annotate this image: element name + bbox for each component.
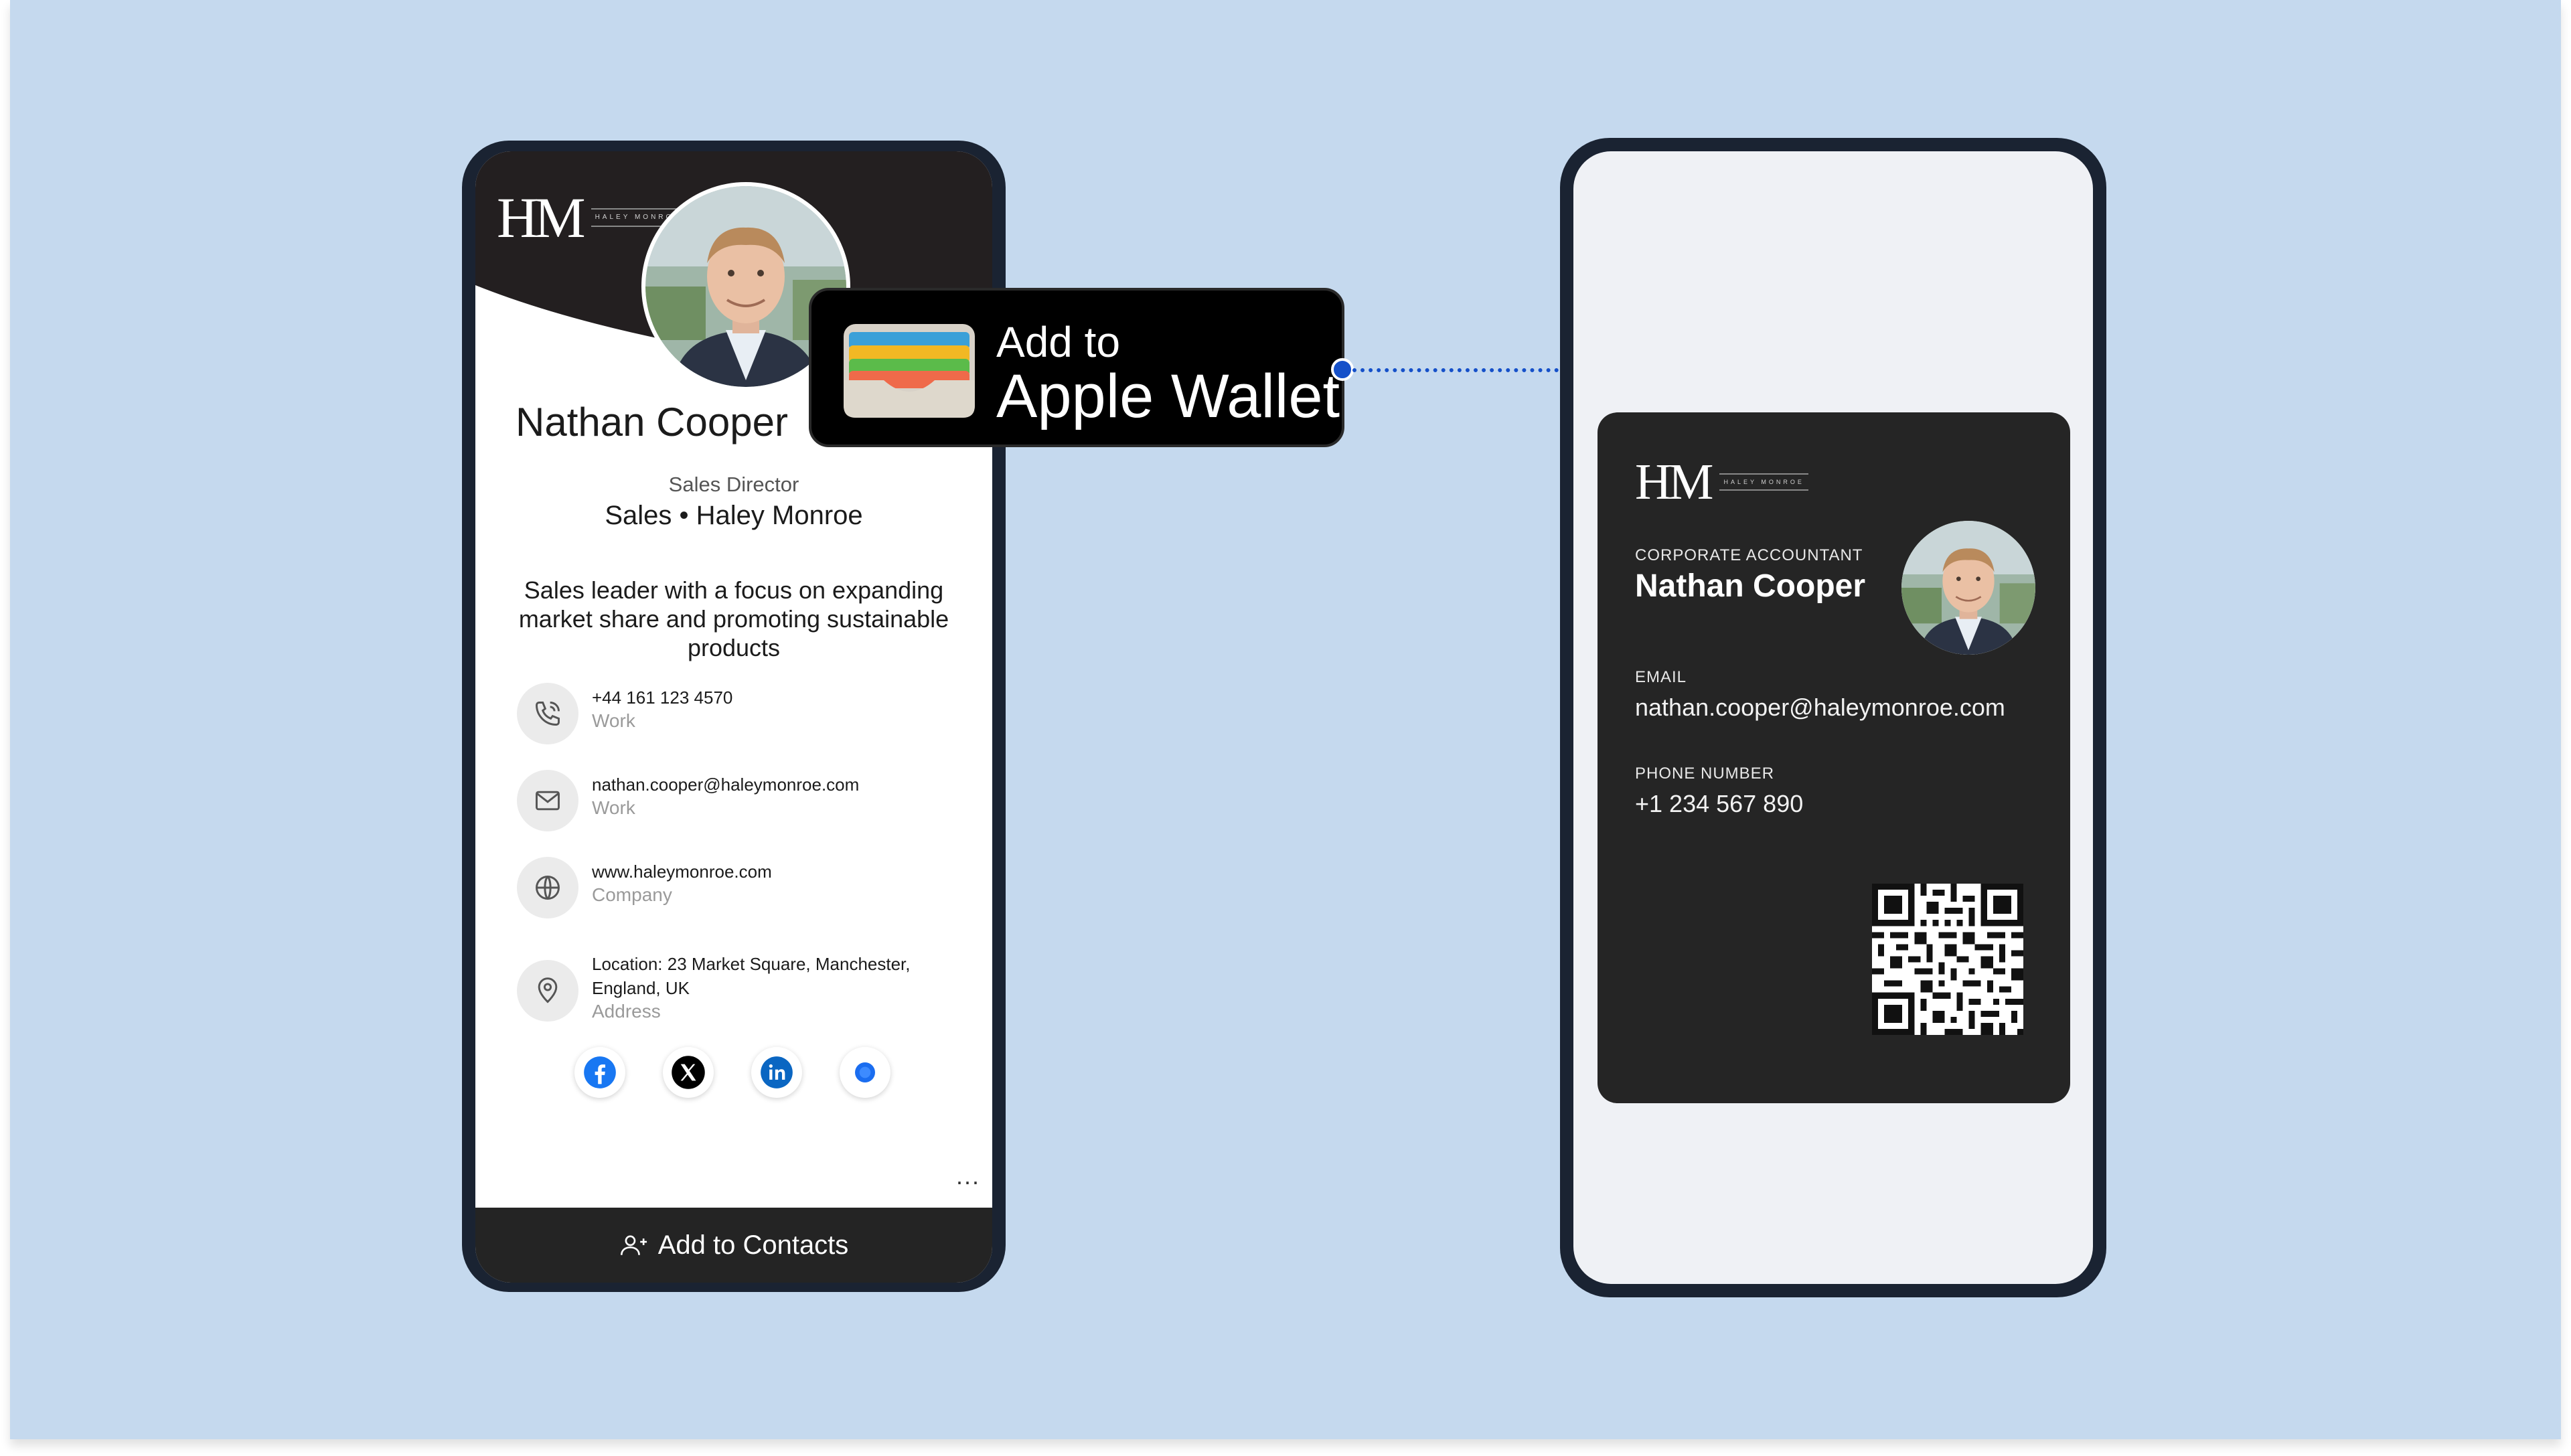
email-value: nathan.cooper@haleymonroe.com	[1635, 694, 2005, 721]
contact-row-email[interactable]: nathan.cooper@haleymonroe.com Work	[517, 770, 959, 837]
wallet-line-2: Apple Wallet	[996, 362, 1340, 430]
phone-label: PHONE NUMBER	[1635, 764, 1775, 783]
email-icon	[517, 770, 578, 831]
website-label: Company	[592, 884, 672, 905]
qr-code	[1872, 884, 2023, 1035]
website-value: www.haleymonroe.com	[592, 862, 772, 882]
address-value: Location: 23 Market Square, Manchester, …	[592, 954, 911, 998]
connector-line	[1352, 368, 1567, 372]
add-to-apple-wallet-button[interactable]: Add to Apple Wallet	[809, 288, 1344, 447]
linkedin-icon[interactable]	[751, 1047, 802, 1098]
job-title: Sales Director	[668, 473, 799, 496]
more-options-icon[interactable]: ...	[956, 1162, 980, 1190]
company-logo: HM HALEY MONROE	[1635, 457, 1808, 507]
facebook-icon[interactable]	[574, 1047, 625, 1098]
phone-label: Work	[592, 710, 635, 731]
role-label: CORPORATE ACCOUNTANT	[1635, 546, 1863, 564]
email-value: nathan.cooper@haleymonroe.com	[592, 775, 860, 795]
x-icon[interactable]	[663, 1047, 714, 1098]
email-label: EMAIL	[1635, 668, 1687, 686]
connector-dot	[1331, 358, 1354, 381]
contact-row-address[interactable]: Location: 23 Market Square, Manchester, …	[517, 952, 959, 1039]
other-social-icon[interactable]	[840, 1047, 890, 1098]
wallet-line-1: Add to	[996, 318, 1121, 366]
bio-text: Sales leader with a focus on expanding m…	[518, 576, 949, 661]
add-to-contacts-button[interactable]: Add to Contacts	[475, 1208, 992, 1283]
globe-icon	[517, 857, 578, 918]
contact-name: Nathan Cooper	[516, 400, 788, 444]
email-label: Work	[592, 797, 635, 818]
contact-row-phone[interactable]: +44 161 123 4570 Work	[517, 683, 959, 750]
wallet-pass-card[interactable]: HM HALEY MONROE CORPORATE ACCOUNTANT Nat…	[1598, 412, 2070, 1103]
pass-name: Nathan Cooper	[1635, 568, 1866, 604]
phone-value: +44 161 123 4570	[592, 687, 733, 708]
right-phone: HM HALEY MONROE CORPORATE ACCOUNTANT Nat…	[1560, 138, 2106, 1297]
contact-row-website[interactable]: www.haleymonroe.com Company	[517, 857, 959, 924]
address-label: Address	[592, 1001, 661, 1022]
avatar	[1901, 521, 2035, 655]
wallet-icon	[844, 324, 975, 418]
add-person-icon	[620, 1235, 647, 1255]
phone-icon	[517, 683, 578, 744]
wallet-screen: HM HALEY MONROE CORPORATE ACCOUNTANT Nat…	[1573, 151, 2093, 1284]
department-company: Sales • Haley Monroe	[605, 501, 863, 530]
location-pin-icon	[517, 960, 578, 1022]
phone-value: +1 234 567 890	[1635, 790, 1804, 817]
canvas-background	[10, 0, 2561, 1439]
